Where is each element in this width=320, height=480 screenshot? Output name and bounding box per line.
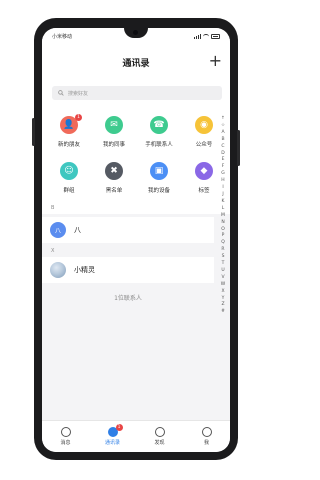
blacklist-icon: ✖ [105, 162, 123, 180]
contact-name: 小精灵 [74, 266, 95, 274]
power-button [237, 130, 240, 166]
index-letter[interactable]: J [222, 192, 223, 199]
bottom-tab-bar: 消息 1 通讯录 发现 我 [42, 420, 230, 452]
tab-label: 消息 [60, 440, 71, 446]
status-icons [194, 33, 220, 39]
section-header-x: X [51, 248, 55, 254]
search-input[interactable]: 搜索好友 [52, 86, 222, 100]
phone-contact-icon: ☎ [150, 116, 168, 134]
section-header-b: B [51, 205, 55, 211]
page-title: 通讯录 [122, 58, 150, 69]
wifi-icon [203, 33, 209, 39]
index-letter[interactable]: A [221, 130, 224, 137]
grid-item-label: 群组 [63, 188, 75, 194]
notification-badge: 1 [115, 424, 123, 431]
tab-discover[interactable]: 发现 [140, 427, 180, 446]
message-icon [60, 427, 71, 437]
index-letter[interactable]: N [221, 220, 224, 227]
front-camera [133, 30, 138, 35]
user-plus-icon: 👤 1 [60, 114, 82, 134]
avatar [50, 262, 66, 278]
contact-row[interactable]: 小精灵 [42, 257, 214, 283]
index-letter[interactable]: X [221, 289, 224, 296]
alphabet-index[interactable]: ↑ ☆ A B C D E F G H I J K L M N O P Q R S T U V W X Y Z # [218, 116, 228, 316]
index-letter[interactable]: L [222, 206, 225, 213]
tab-label: 通讯录 [104, 440, 120, 446]
grid-item-device[interactable]: ▣ 我的设备 [136, 162, 182, 194]
grid-item-label: 新的朋友 [57, 142, 80, 148]
index-letter[interactable]: W [221, 282, 225, 289]
index-letter[interactable]: I [222, 185, 223, 192]
notification-badge: 1 [75, 114, 82, 121]
group-icon: ☺ [60, 162, 78, 180]
tab-label: 发现 [154, 440, 165, 446]
index-letter[interactable]: C [221, 144, 224, 151]
grid-item-label: 我的设备 [147, 188, 170, 194]
discover-icon [154, 427, 165, 437]
contact-count: 1位联系人 [114, 295, 142, 302]
add-button[interactable]: + [209, 52, 222, 70]
index-letter[interactable]: S [222, 254, 225, 261]
device-icon: ▣ [150, 162, 168, 180]
index-letter[interactable]: B [221, 137, 224, 144]
index-letter[interactable]: K [222, 199, 225, 206]
index-letter[interactable]: U [221, 268, 224, 275]
grid-item-label: 黑名单 [105, 188, 123, 194]
signal-icon [194, 33, 201, 39]
function-grid: 👤 1 新的朋友 ✉ 我的同事 ☎ 手机联系人 ◉ 公众号 ☺ 群组 ✖ 黑名单 ▣ 我的设备 ◆ 标签 [42, 106, 230, 214]
grid-item-label: 我的同事 [102, 142, 125, 148]
contact-name: 八 [74, 226, 81, 234]
profile-icon [201, 427, 212, 437]
index-letter[interactable]: # [221, 309, 225, 316]
grid-item-user-plus[interactable]: 👤 1 新的朋友 [46, 114, 92, 148]
tab-profile[interactable]: 我 [187, 427, 227, 446]
index-letter[interactable]: ↑ [221, 116, 225, 123]
grid-item-label: 手机联系人 [145, 142, 173, 148]
tab-label: 我 [203, 440, 209, 446]
volume-button [32, 118, 35, 146]
grid-item-blacklist[interactable]: ✖ 黑名单 [91, 162, 137, 194]
search-placeholder: 搜索好友 [68, 90, 89, 97]
tab-contacts[interactable]: 1 通讯录 [93, 424, 133, 446]
battery-icon [211, 33, 220, 39]
contact-row[interactable]: 八八 [42, 217, 214, 243]
index-letter[interactable]: V [221, 275, 224, 282]
public-account-icon: ◉ [195, 116, 213, 134]
tag-icon: ◆ [195, 162, 213, 180]
avatar: 八 [50, 222, 66, 238]
phone-screen: 小米移动 通讯录 + 搜索好友 👤 1 新的朋友 ✉ 我的同事 ☎ 手机联系人 ◉ 公众号 ☺ 群组… [42, 28, 230, 452]
tab-message[interactable]: 消息 [46, 427, 86, 446]
index-letter[interactable]: ☆ [221, 123, 225, 130]
carrier-label: 小米移动 [52, 33, 73, 40]
grid-item-phone-contact[interactable]: ☎ 手机联系人 [136, 116, 182, 148]
search-icon [58, 90, 64, 96]
search-area: 搜索好友 [42, 80, 230, 106]
title-bar: 通讯录 + [42, 44, 230, 80]
briefcase-icon: ✉ [105, 116, 123, 134]
index-letter[interactable]: M [221, 213, 225, 220]
index-letter[interactable]: T [222, 261, 225, 268]
grid-item-group[interactable]: ☺ 群组 [46, 162, 92, 194]
grid-item-briefcase[interactable]: ✉ 我的同事 [91, 116, 137, 148]
